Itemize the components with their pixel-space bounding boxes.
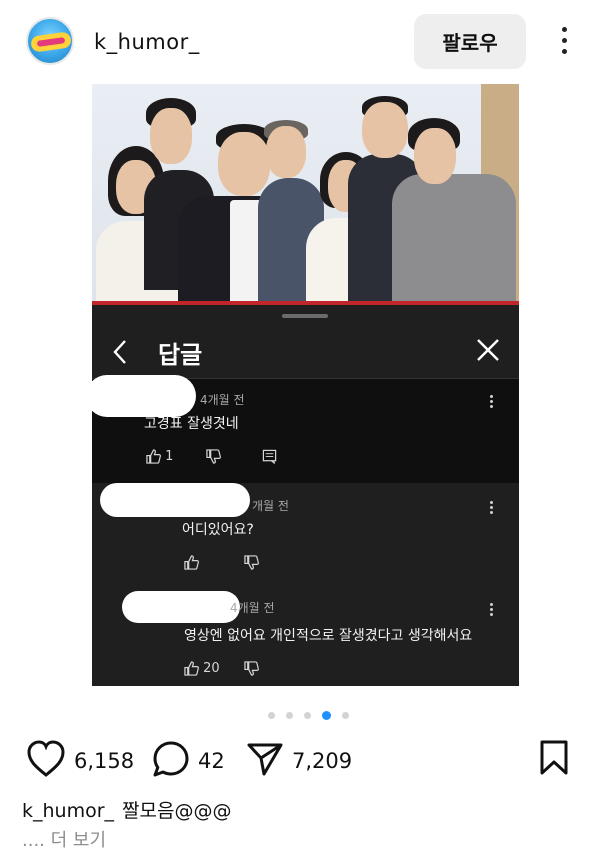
caption-text: 짤모음@@@	[122, 800, 232, 822]
thumbs-up-icon	[146, 449, 161, 464]
reply-like-count: 1	[165, 449, 174, 464]
avatar-logo	[30, 31, 72, 53]
carousel-dot[interactable]	[304, 712, 312, 719]
reply-time: 4개월 전	[200, 393, 245, 407]
dislike-reply-button[interactable]	[206, 449, 221, 464]
reply-item: 개월 전 어디있어요?	[92, 483, 519, 577]
like-reply-button[interactable]: 1	[146, 449, 173, 464]
redacted-author	[100, 483, 250, 517]
carousel-dot[interactable]	[268, 712, 275, 719]
reply-text: 어디있어요?	[182, 522, 254, 538]
carousel-dot[interactable]	[342, 712, 350, 719]
comment-icon	[153, 741, 189, 777]
bookmark-icon	[540, 740, 568, 775]
more-icon[interactable]	[490, 501, 494, 516]
more-options-icon[interactable]	[552, 24, 576, 58]
carousel-dot-active[interactable]	[322, 711, 332, 720]
share-count: 7,209	[292, 749, 353, 773]
back-icon[interactable]	[112, 339, 128, 372]
like-reply-button[interactable]	[184, 555, 199, 570]
caption: k_humor_ 짤모음@@@	[22, 796, 231, 823]
reply-time: 개월 전	[252, 499, 289, 513]
reply-time: 4개월 전	[230, 601, 275, 615]
save-button[interactable]	[539, 740, 569, 780]
drag-handle[interactable]	[282, 314, 328, 318]
thumbs-down-icon	[206, 449, 221, 464]
thumbs-up-icon	[184, 661, 199, 676]
more-link[interactable]: .... 더 보기	[22, 826, 106, 851]
more-icon[interactable]	[490, 603, 494, 618]
caption-username[interactable]: k_humor_	[22, 800, 114, 822]
share-icon	[247, 743, 283, 776]
avatar[interactable]	[26, 17, 74, 65]
redacted-author	[122, 591, 240, 623]
username[interactable]: k_humor_	[94, 30, 200, 54]
follow-button[interactable]: 팔로우	[414, 14, 526, 69]
thumbs-down-icon	[244, 555, 259, 570]
reply-like-count: 20	[203, 661, 220, 676]
thumbs-up-icon	[184, 555, 199, 570]
heart-icon	[27, 740, 65, 777]
replies-panel: 답글 4개월 전 고경표 잘생겻네 1 개월 전 어디있어요? 4개월 전 영상…	[92, 305, 519, 686]
redacted-author	[92, 375, 196, 417]
group-photo	[92, 84, 519, 301]
like-count: 6,158	[74, 749, 135, 773]
close-icon[interactable]	[476, 335, 500, 370]
thumbs-down-icon	[244, 661, 259, 676]
reply-button[interactable]	[262, 449, 277, 464]
reply-icon	[262, 449, 277, 464]
panel-title: 답글	[158, 341, 203, 369]
post-header: k_humor_ 팔로우	[0, 0, 600, 84]
like-reply-button[interactable]: 20	[184, 661, 220, 676]
dislike-reply-button[interactable]	[244, 661, 259, 676]
dislike-reply-button[interactable]	[244, 555, 259, 570]
reply-text: 고경표 잘생겻네	[144, 416, 239, 432]
carousel-indicator	[268, 705, 355, 720]
post-image[interactable]: 답글 4개월 전 고경표 잘생겻네 1 개월 전 어디있어요? 4개월 전 영상…	[92, 84, 519, 686]
comment-count: 42	[198, 749, 225, 773]
reply-text: 영상엔 없어요 개인적으로 잘생겼다고 생각해서요	[184, 628, 473, 644]
more-icon[interactable]	[490, 395, 494, 410]
carousel-dot[interactable]	[286, 712, 294, 719]
reply-item: 4개월 전 영상엔 없어요 개인적으로 잘생겼다고 생각해서요 20	[92, 577, 519, 686]
reply-item: 4개월 전 고경표 잘생겻네 1	[92, 375, 519, 483]
post-actions: 6,158 42 7,209	[0, 734, 600, 784]
